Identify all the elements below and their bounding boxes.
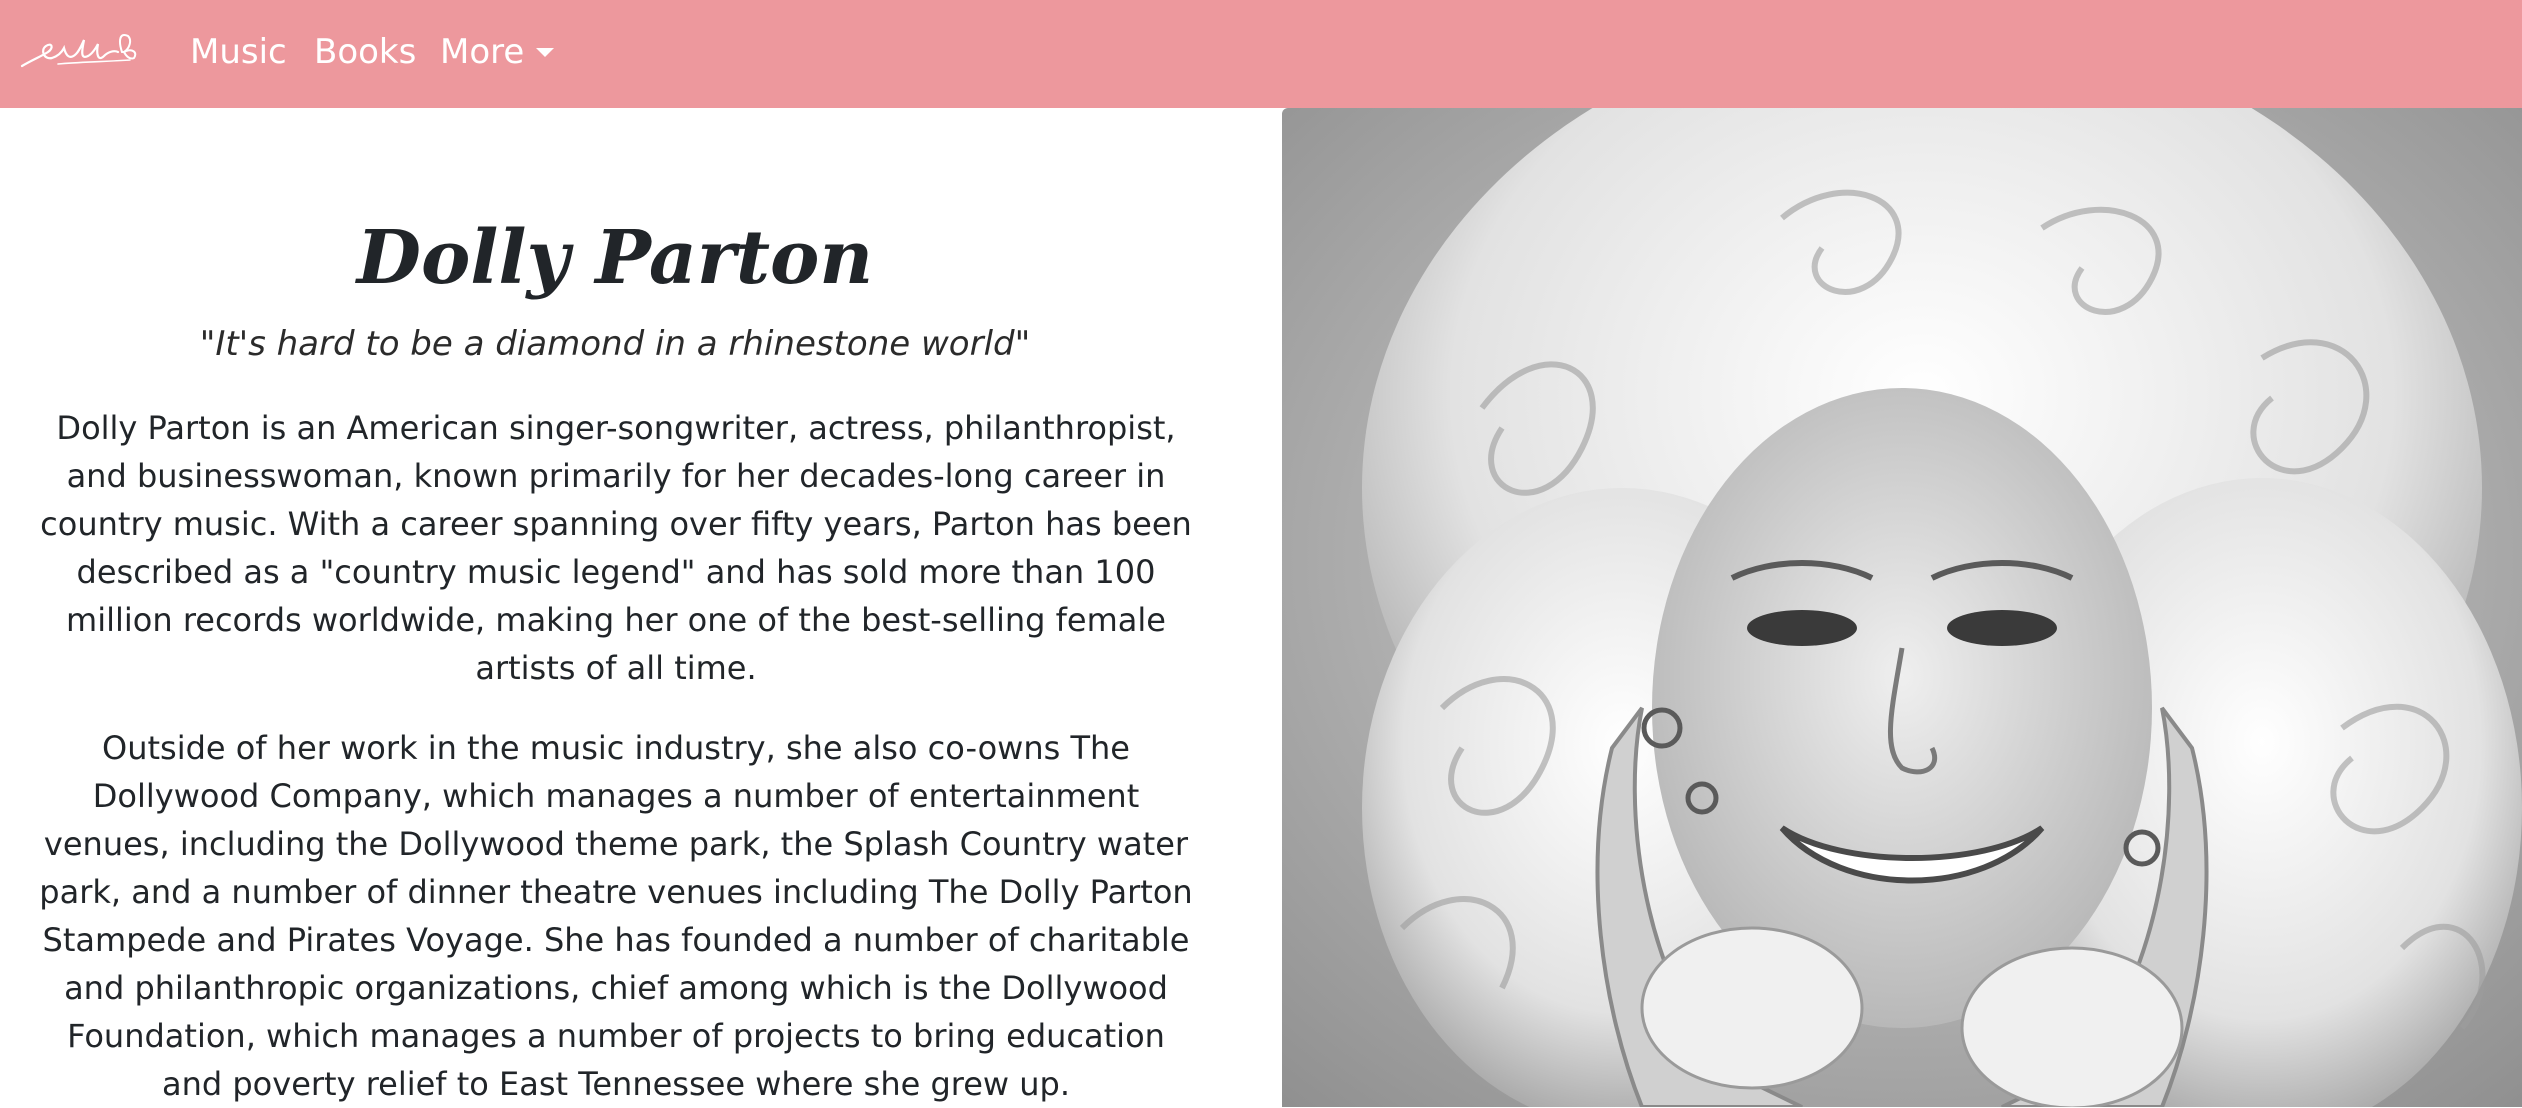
nav-books-link[interactable]: Books: [314, 28, 416, 76]
navbar: Music Books More: [0, 0, 2522, 108]
brand-logo-icon[interactable]: [18, 26, 140, 76]
hero-text: Dolly Parton "It's hard to be a diamond …: [0, 108, 1282, 1107]
nav-more-dropdown[interactable]: More: [440, 28, 524, 76]
portrait-photo: [1282, 108, 2522, 1107]
portrait-icon: [1282, 108, 2522, 1107]
chevron-down-icon[interactable]: [536, 48, 554, 57]
nav-music-link[interactable]: Music: [190, 28, 287, 76]
page-title: Dolly Parton: [356, 215, 874, 301]
bio-paragraph: Outside of her work in the music industr…: [39, 729, 1193, 1103]
quote: "It's hard to be a diamond in a rhinesto…: [199, 324, 1031, 364]
bio-paragraph: Dolly Parton is an American singer-songw…: [40, 409, 1192, 687]
